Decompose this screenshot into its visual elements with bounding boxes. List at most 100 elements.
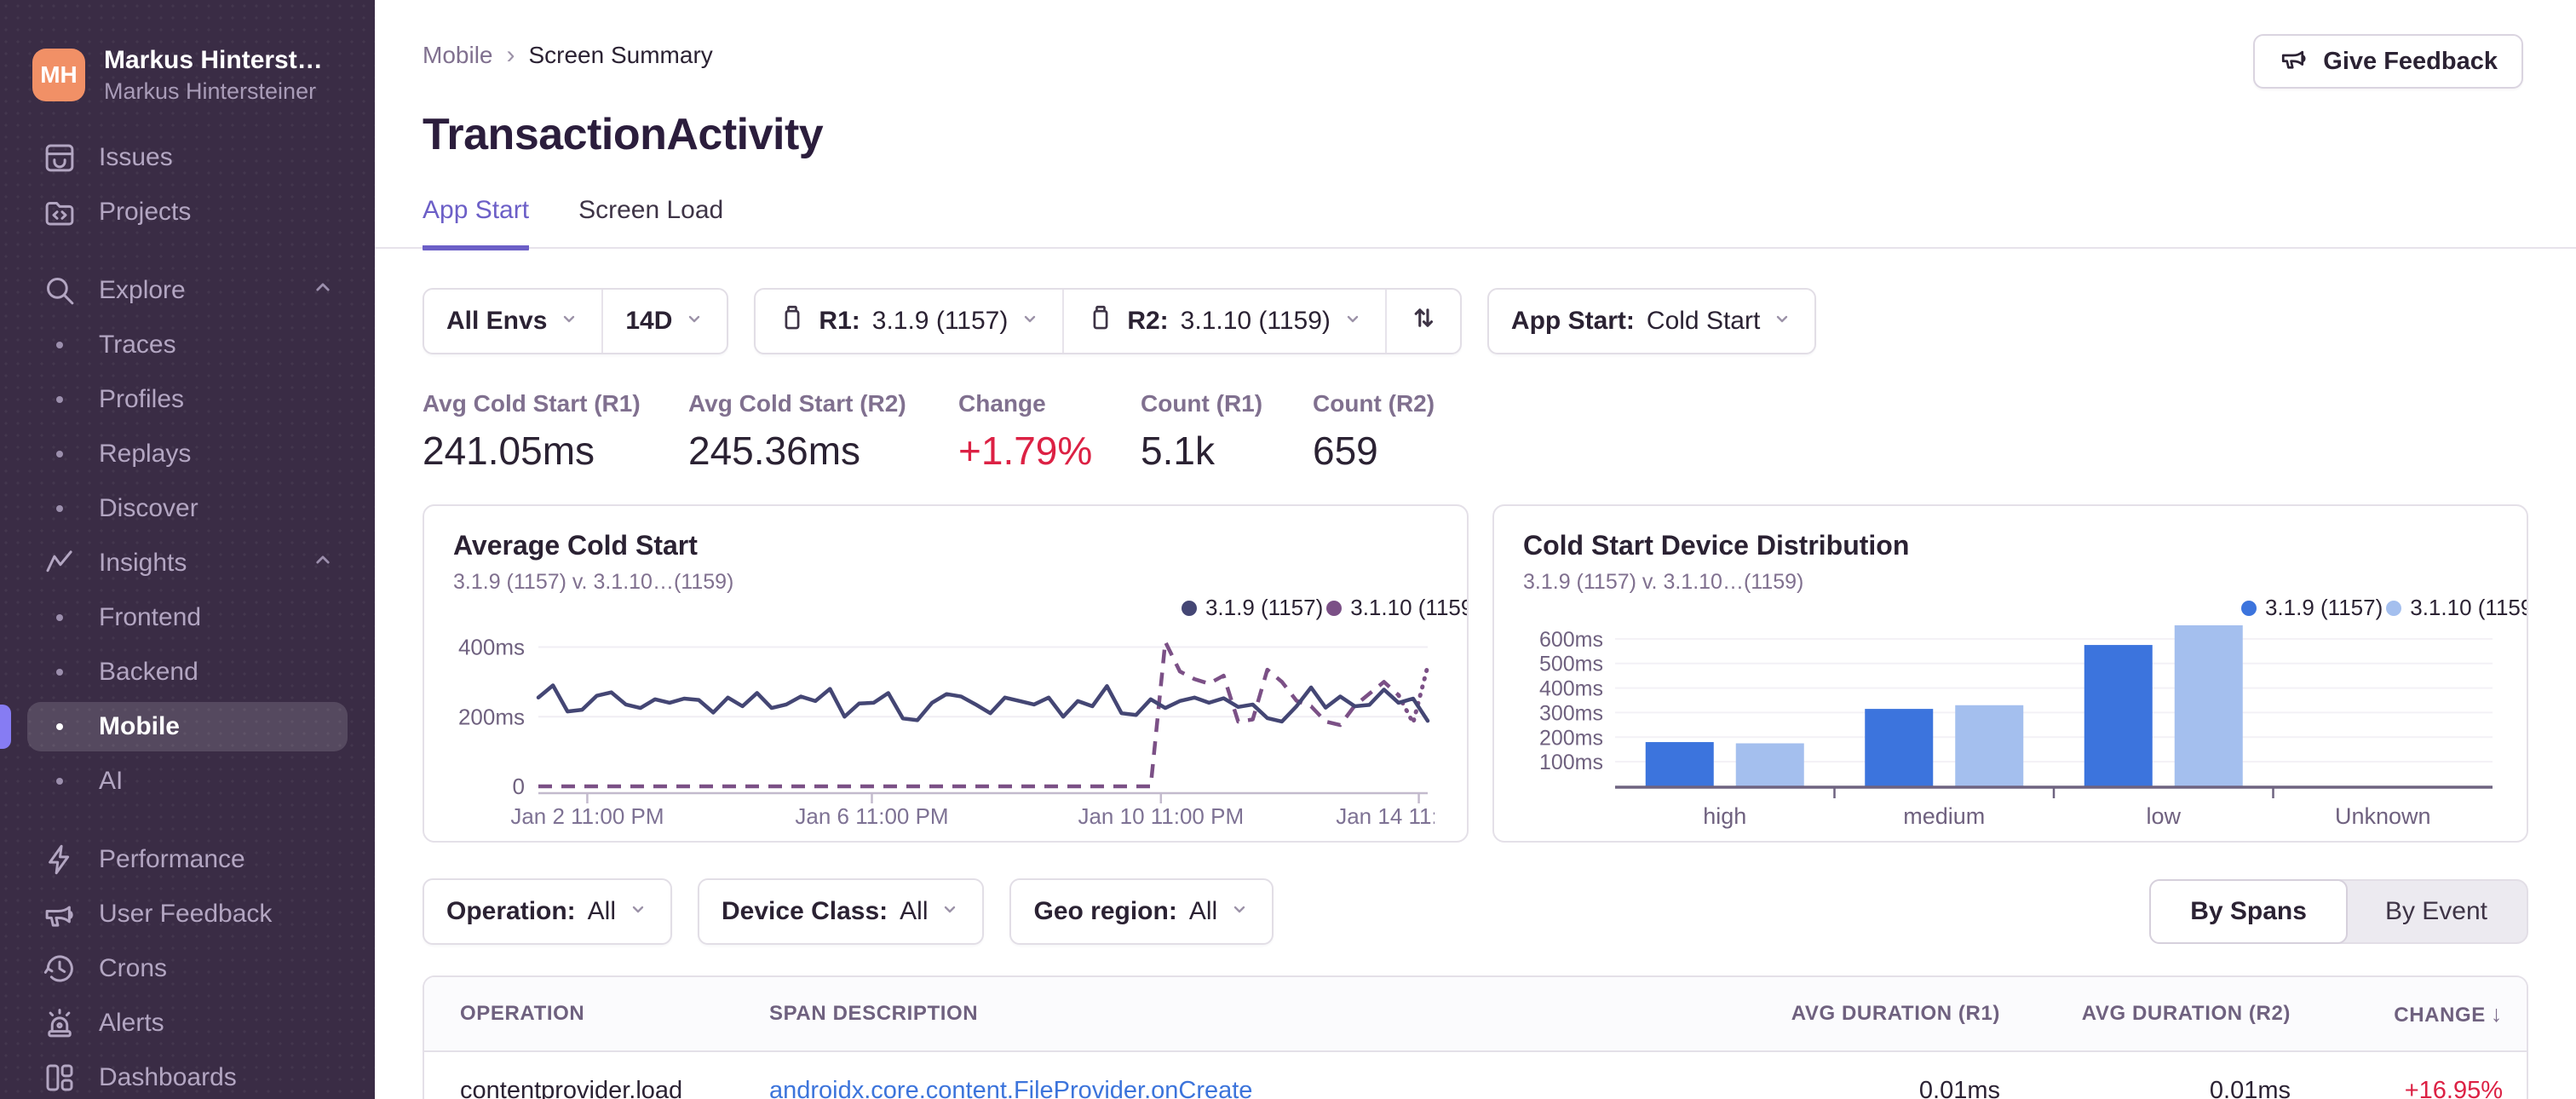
sidebar-item-label: Performance [99, 845, 245, 873]
device-class-filter-group: Device Class: All [698, 878, 985, 945]
bullet-icon [56, 342, 63, 348]
mobile-release-icon [778, 303, 807, 339]
sidebar-item-alerts[interactable]: Alerts [27, 998, 348, 1048]
operation-value: All [587, 897, 617, 925]
app-start-value: Cold Start [1646, 307, 1761, 335]
sidebar-item-performance[interactable]: Performance [27, 835, 348, 884]
r2-value: 3.1.10 (1159) [1180, 307, 1331, 335]
metric-value: 659 [1313, 429, 1378, 473]
svg-text:600ms: 600ms [1539, 628, 1603, 652]
sidebar-item-backend[interactable]: Backend [27, 647, 348, 697]
clock-history-icon [41, 950, 78, 987]
chart-subtitle: 3.1.9 (1157) v. 3.1.10…(1159) [1523, 570, 1804, 594]
sidebar-item-explore[interactable]: Explore [27, 266, 348, 315]
metric-label: Avg Cold Start (R1) [423, 390, 641, 417]
svg-text:high: high [1703, 803, 1746, 829]
r2-label: R2: [1127, 307, 1169, 335]
metric-value: 241.05ms [423, 429, 595, 473]
chart-subtitle: 3.1.9 (1157) v. 3.1.10…(1159) [453, 570, 734, 594]
sidebar-item-label: Dashboards [99, 1063, 237, 1091]
svg-text:400ms: 400ms [458, 635, 525, 660]
geo-region-filter[interactable]: Geo region: All [1011, 880, 1272, 943]
sidebar-item-label: Discover [99, 494, 198, 522]
app-window: MH Markus Hinterst… Markus Hintersteiner… [0, 0, 2576, 1099]
give-feedback-button[interactable]: Give Feedback [2253, 34, 2523, 89]
bullet-icon [56, 505, 63, 512]
sidebar-item-label: Crons [99, 954, 168, 982]
metric-avg-cold-start-r1: Avg Cold Start (R1) 241.05ms [423, 390, 688, 474]
avatar: MH [32, 49, 85, 101]
give-feedback-label: Give Feedback [2323, 47, 2498, 75]
sidebar-item-label: Alerts [99, 1009, 164, 1037]
device-distribution-chart-card: Cold Start Device Distribution 3.1.9 (11… [1492, 504, 2528, 843]
sidebar-item-projects[interactable]: Projects [27, 187, 348, 237]
sidebar-item-label: Profiles [99, 385, 185, 413]
toggle-by-event[interactable]: By Event [2346, 881, 2527, 942]
chevron-up-icon[interactable] [310, 274, 336, 307]
date-range-filter[interactable]: 14D [601, 290, 727, 353]
chevron-down-icon [684, 307, 704, 336]
r1-value: 3.1.9 (1157) [871, 307, 1009, 335]
insights-icon [41, 544, 78, 582]
swap-arrows-icon [1409, 303, 1438, 339]
svg-text:400ms: 400ms [1539, 677, 1603, 701]
avg-cold-start-chart-card: Average Cold Start 3.1.9 (1157) v. 3.1.1… [423, 504, 1469, 843]
svg-text:Jan 6 11:00 PM: Jan 6 11:00 PM [795, 803, 948, 829]
tab-app-start[interactable]: App Start [423, 196, 530, 250]
bar-chart: 100ms200ms300ms400ms500ms600ms high medium… [1539, 624, 2493, 829]
chevron-down-icon [1020, 307, 1040, 336]
sidebar-item-replays[interactable]: Replays [27, 429, 348, 479]
chevron-up-icon[interactable] [310, 547, 336, 579]
sidebar-item-profiles[interactable]: Profiles [27, 375, 348, 424]
environment-filter[interactable]: All Envs [424, 290, 601, 353]
span-description-link[interactable]: androidx.core.content.FileProvider.onCre… [769, 1077, 1252, 1099]
svg-text:low: low [2146, 803, 2181, 829]
sidebar-item-dashboards[interactable]: Dashboards [27, 1053, 348, 1099]
sidebar-item-label: Projects [99, 198, 192, 226]
tab-screen-load[interactable]: Screen Load [578, 196, 723, 247]
device-class-filter[interactable]: Device Class: All [699, 880, 982, 943]
geo-region-label: Geo region: [1033, 897, 1177, 925]
release-r2-selector[interactable]: R2: 3.1.10 (1159) [1062, 290, 1385, 353]
release-r1-selector[interactable]: R1: 3.1.9 (1157) [756, 290, 1062, 353]
sidebar-item-insights[interactable]: Insights [27, 538, 348, 588]
operation-filter[interactable]: Operation: All [424, 880, 670, 943]
bullet-icon [56, 669, 63, 676]
toggle-by-spans[interactable]: By Spans [2149, 879, 2348, 944]
sidebar-item-traces[interactable]: Traces [27, 320, 348, 370]
user-menu[interactable]: MH Markus Hinterst… Markus Hintersteiner [27, 0, 348, 111]
column-change[interactable]: CHANGE ↓ [2291, 1001, 2503, 1027]
sidebar-item-crons[interactable]: Crons [27, 944, 348, 993]
sidebar-item-issues[interactable]: Issues [27, 133, 348, 182]
sidebar-nav: Issues Projects Explore Traces Profiles [0, 133, 348, 1099]
bullet-icon [56, 451, 63, 457]
app-start-type-group: App Start: Cold Start [1486, 288, 1817, 354]
sidebar-item-user-feedback[interactable]: User Feedback [27, 889, 348, 939]
operation-label: Operation: [446, 897, 576, 925]
chevron-down-icon [1772, 307, 1792, 336]
sidebar-item-mobile[interactable]: Mobile [0, 702, 348, 751]
user-org: Markus Hintersteiner [104, 78, 317, 104]
app-start-type-filter[interactable]: App Start: Cold Start [1489, 290, 1814, 353]
metric-avg-cold-start-r2: Avg Cold Start (R2) 245.36ms [688, 390, 958, 474]
sidebar-item-frontend[interactable]: Frontend [27, 593, 348, 642]
sidebar-item-discover[interactable]: Discover [27, 484, 348, 533]
svg-text:medium: medium [1903, 803, 1985, 829]
breadcrumb: Mobile › Screen Summary [423, 41, 713, 70]
geo-region-filter-group: Geo region: All [1009, 878, 1274, 945]
sidebar-item-label: Explore [99, 276, 186, 304]
breadcrumb-mobile[interactable]: Mobile [423, 42, 492, 69]
metric-value: 5.1k [1141, 429, 1215, 473]
spans-event-toggle: By Spans By Event [2149, 879, 2528, 944]
column-avg-duration-r2[interactable]: AVG DURATION (R2) [2000, 1002, 2291, 1026]
swap-releases-button[interactable] [1384, 290, 1460, 353]
column-span-description[interactable]: SPAN DESCRIPTION [769, 1002, 1745, 1026]
column-avg-duration-r1[interactable]: AVG DURATION (R1) [1745, 1002, 2000, 1026]
svg-text:100ms: 100ms [1539, 751, 1603, 774]
geo-region-value: All [1188, 897, 1218, 925]
cell-avg-duration-r2: 0.01ms [2209, 1076, 2291, 1099]
sidebar-item-ai[interactable]: AI [27, 757, 348, 806]
column-operation[interactable]: OPERATION [460, 1002, 769, 1026]
search-icon [41, 272, 78, 309]
metric-label: Change [958, 390, 1046, 417]
